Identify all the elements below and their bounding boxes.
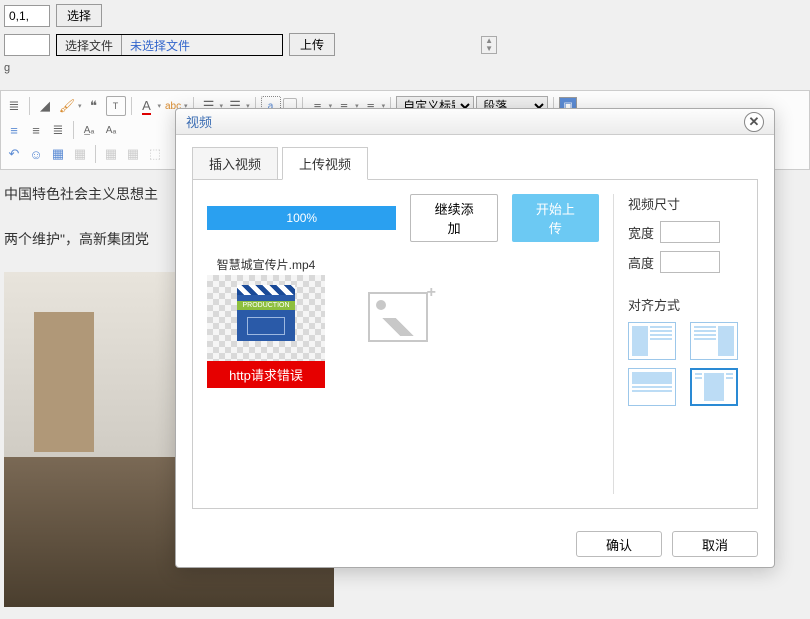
align-options	[628, 322, 743, 406]
close-icon[interactable]: ✕	[744, 112, 764, 132]
select-button[interactable]: 选择	[56, 4, 102, 27]
align-right-option[interactable]	[690, 322, 738, 360]
align-top-option[interactable]	[628, 368, 676, 406]
number-stepper[interactable]: ▲ ▼	[481, 36, 497, 54]
grid-icon[interactable]: ▦	[101, 144, 121, 164]
add-file-placeholder[interactable]: +	[339, 274, 457, 360]
misc-icon[interactable]: ⬚	[145, 144, 165, 164]
ok-button[interactable]: 确认	[576, 531, 662, 557]
plus-icon: +	[427, 284, 436, 302]
dialog-title: 视频	[186, 112, 212, 131]
input-empty[interactable]	[4, 34, 50, 56]
dialog-header: 视频 ✕	[176, 109, 774, 135]
file-selector[interactable]: 选择文件 未选择文件	[56, 34, 283, 56]
width-label: 宽度	[628, 223, 654, 242]
table-icon[interactable]: ▦	[70, 144, 90, 164]
align-left-option[interactable]	[628, 322, 676, 360]
font-color[interactable]: A▾	[137, 96, 162, 116]
image-placeholder-icon: +	[368, 292, 428, 342]
file-card[interactable]: 智慧城宣传片.mp4 PRODUCTION http请求错误	[207, 256, 325, 388]
top-form: 选择 选择文件 未选择文件 上传 ▲ ▼ g	[0, 0, 810, 84]
tab-upload-video[interactable]: 上传视频	[282, 147, 368, 180]
align-center-icon[interactable]: ≡	[26, 120, 46, 140]
start-upload-button[interactable]: 开始上传	[512, 194, 599, 242]
choose-file-button[interactable]: 选择文件	[57, 35, 122, 55]
file-error-badge: http请求错误	[207, 361, 325, 388]
align-title: 对齐方式	[628, 295, 743, 314]
upload-progress: 100%	[207, 206, 396, 230]
tab-insert-video[interactable]: 插入视频	[192, 147, 278, 180]
file-name: 智慧城宣传片.mp4	[207, 256, 325, 273]
continue-add-button[interactable]: 继续添加	[410, 194, 497, 242]
video-size-title: 视频尺寸	[628, 194, 743, 213]
image-icon[interactable]: ▦	[48, 144, 68, 164]
height-input[interactable]	[660, 251, 720, 273]
height-label: 高度	[628, 253, 654, 272]
cancel-button[interactable]: 取消	[672, 531, 758, 557]
file-none-text: 未选择文件	[122, 35, 282, 55]
upload-button[interactable]: 上传	[289, 33, 335, 56]
source-icon[interactable]: ≣	[4, 96, 24, 116]
font-size-icon[interactable]: Aₐ	[101, 120, 121, 140]
g-label: g	[4, 62, 10, 74]
progress-text: 100%	[208, 207, 395, 229]
upload-panel: 100% 继续添加 开始上传 智慧城宣传片.mp4 PRODUCTION	[192, 179, 758, 509]
emoji-icon[interactable]: ☺	[26, 144, 46, 164]
eraser-icon[interactable]: ◢	[35, 96, 55, 116]
undo-icon[interactable]: ↶	[4, 144, 24, 164]
format-brush[interactable]: 🖌▾	[57, 96, 82, 116]
align-right-icon[interactable]: ≣	[48, 120, 68, 140]
quote-icon[interactable]: ❝	[84, 96, 104, 116]
stepper-down-icon[interactable]: ▼	[482, 45, 496, 53]
input-01[interactable]	[4, 5, 50, 27]
align-inline-option[interactable]	[690, 368, 738, 406]
font-aa-icon[interactable]: A̲ₐ	[79, 120, 99, 140]
video-dialog: 视频 ✕ 插入视频 上传视频 100% 继续添加 开始上传	[175, 108, 775, 568]
file-thumbnail: PRODUCTION	[207, 275, 325, 361]
align-left-icon[interactable]: ≡	[4, 120, 24, 140]
width-input[interactable]	[660, 221, 720, 243]
clapperboard-icon: PRODUCTION	[237, 295, 295, 341]
codeblock-icon[interactable]: T	[106, 96, 126, 116]
grid2-icon[interactable]: ▦	[123, 144, 143, 164]
